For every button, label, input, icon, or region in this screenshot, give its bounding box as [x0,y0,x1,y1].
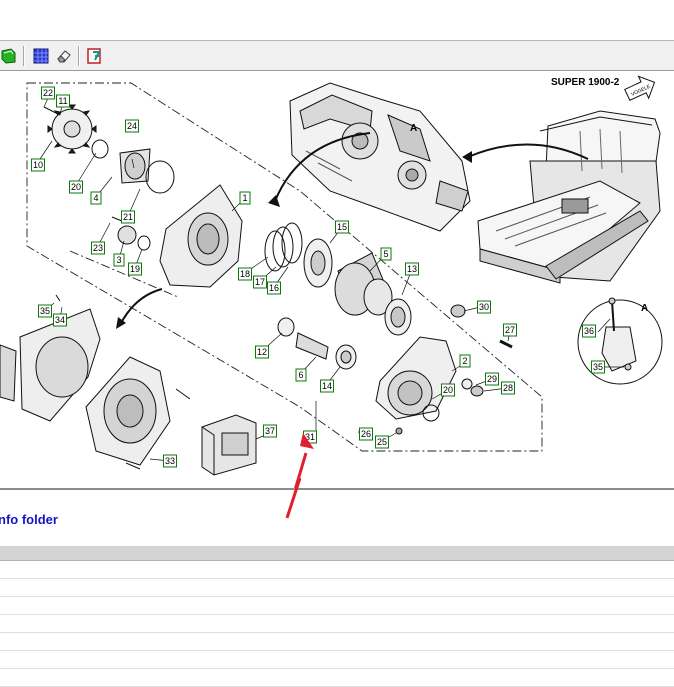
toolbar [0,40,674,71]
red-arrow-tail [285,477,302,519]
table-row[interactable] [0,633,674,651]
table-row[interactable] [0,669,674,687]
toolbar-separator [78,46,80,66]
table-row[interactable] [0,597,674,615]
info-folder-link[interactable]: nfo folder [0,512,58,527]
table-row[interactable] [0,579,674,597]
table-row[interactable] [0,615,674,633]
toolbar-separator [23,46,25,66]
parts-drawing: SUPER 1900-2 VOGELE A A 1 2 3 4 5 6 10 1… [0,71,674,490]
table-row[interactable] [0,651,674,669]
grid-header [0,546,674,561]
parts-list-grid [0,546,674,687]
table-row[interactable] [0,561,674,579]
red-pointer-arrow [294,433,314,488]
report-icon[interactable] [86,47,104,65]
green-book-icon[interactable] [0,47,18,65]
eraser-icon[interactable] [55,47,73,65]
blue-grid-icon[interactable] [32,47,50,65]
